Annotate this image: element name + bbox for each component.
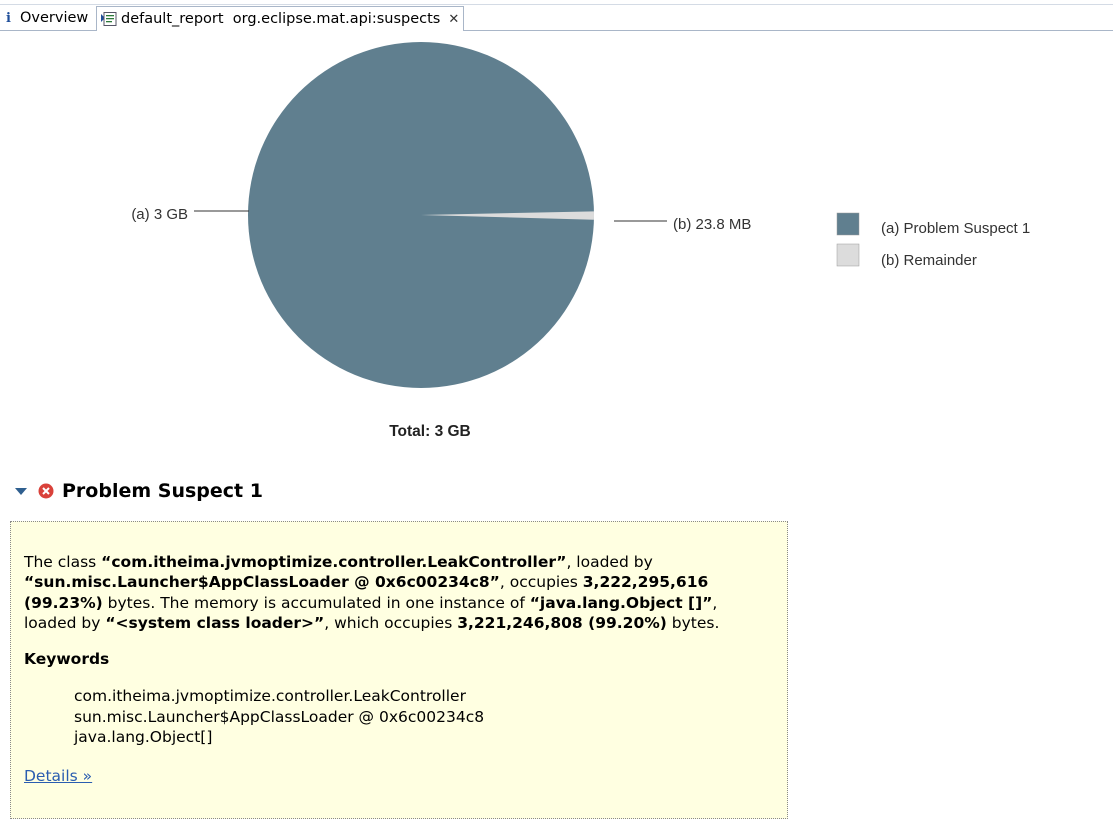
- legend-swatch-problem-suspect-1: [836, 212, 860, 236]
- desc-text: , occupies: [499, 573, 583, 592]
- desc-instance-bytes: 3,221,246,808 (99.20%): [457, 613, 667, 632]
- legend-label-problem-suspect-1: (a) Problem Suspect 1: [881, 220, 1030, 237]
- legend-swatch-remainder: [836, 243, 860, 267]
- details-link[interactable]: Details »: [24, 766, 92, 786]
- desc-instance-type: “java.lang.Object []”: [529, 593, 713, 612]
- close-icon[interactable]: ✕: [448, 12, 459, 27]
- keyword-item: java.lang.Object[]: [74, 728, 213, 747]
- info-icon: i: [6, 10, 11, 26]
- desc-text: bytes.: [666, 613, 720, 632]
- desc-system-loader: “<system class loader>”: [105, 613, 325, 632]
- section-title: Problem Suspect 1: [62, 480, 263, 502]
- legend-label-remainder: (b) Remainder: [881, 252, 977, 269]
- tab-default-report-label: default_report org.eclipse.mat.api:suspe…: [121, 11, 441, 27]
- keywords-heading: Keywords: [24, 650, 110, 669]
- slice-a-label: (a) 3 GB: [131, 206, 188, 223]
- tab-default-report[interactable]: default_report org.eclipse.mat.api:suspe…: [96, 6, 464, 31]
- desc-class-name: “com.itheima.jvmoptimize.controller.Leak…: [101, 553, 567, 571]
- pie-chart: (a) 3 GB (b) 23.8 MB (a) Problem Suspect…: [131, 42, 1030, 440]
- desc-text: , loaded by: [566, 553, 653, 571]
- suspect-description: The class “com.itheima.jvmoptimize.contr…: [24, 552, 765, 633]
- problem-suspect-header[interactable]: Problem Suspect 1: [14, 478, 263, 504]
- keywords-list: com.itheima.jvmoptimize.controller.LeakC…: [24, 686, 765, 748]
- tab-bar-border: [0, 4, 1113, 5]
- report-icon: [101, 12, 117, 26]
- tab-overview[interactable]: i Overview: [0, 6, 96, 30]
- keyword-item: sun.misc.Launcher$AppClassLoader @ 0x6c0…: [74, 707, 485, 726]
- suspect-description-box: The class “com.itheima.jvmoptimize.contr…: [10, 521, 788, 819]
- desc-text: The class: [24, 553, 102, 571]
- desc-text: bytes. The memory is accumulated in one …: [102, 593, 530, 612]
- error-icon: [38, 483, 54, 499]
- tab-overview-label: Overview: [20, 10, 89, 26]
- chart-total-label: Total: 3 GB: [389, 423, 471, 440]
- desc-text: , which occupies: [324, 613, 458, 632]
- slice-b-label: (b) 23.8 MB: [673, 216, 751, 233]
- desc-class-loader: “sun.misc.Launcher$AppClassLoader @ 0x6c…: [24, 573, 500, 592]
- expand-triangle-icon[interactable]: [14, 484, 28, 498]
- editor-tab-bar: i Overview default_report org.eclipse.ma…: [0, 0, 1113, 31]
- keyword-item: com.itheima.jvmoptimize.controller.LeakC…: [74, 687, 466, 706]
